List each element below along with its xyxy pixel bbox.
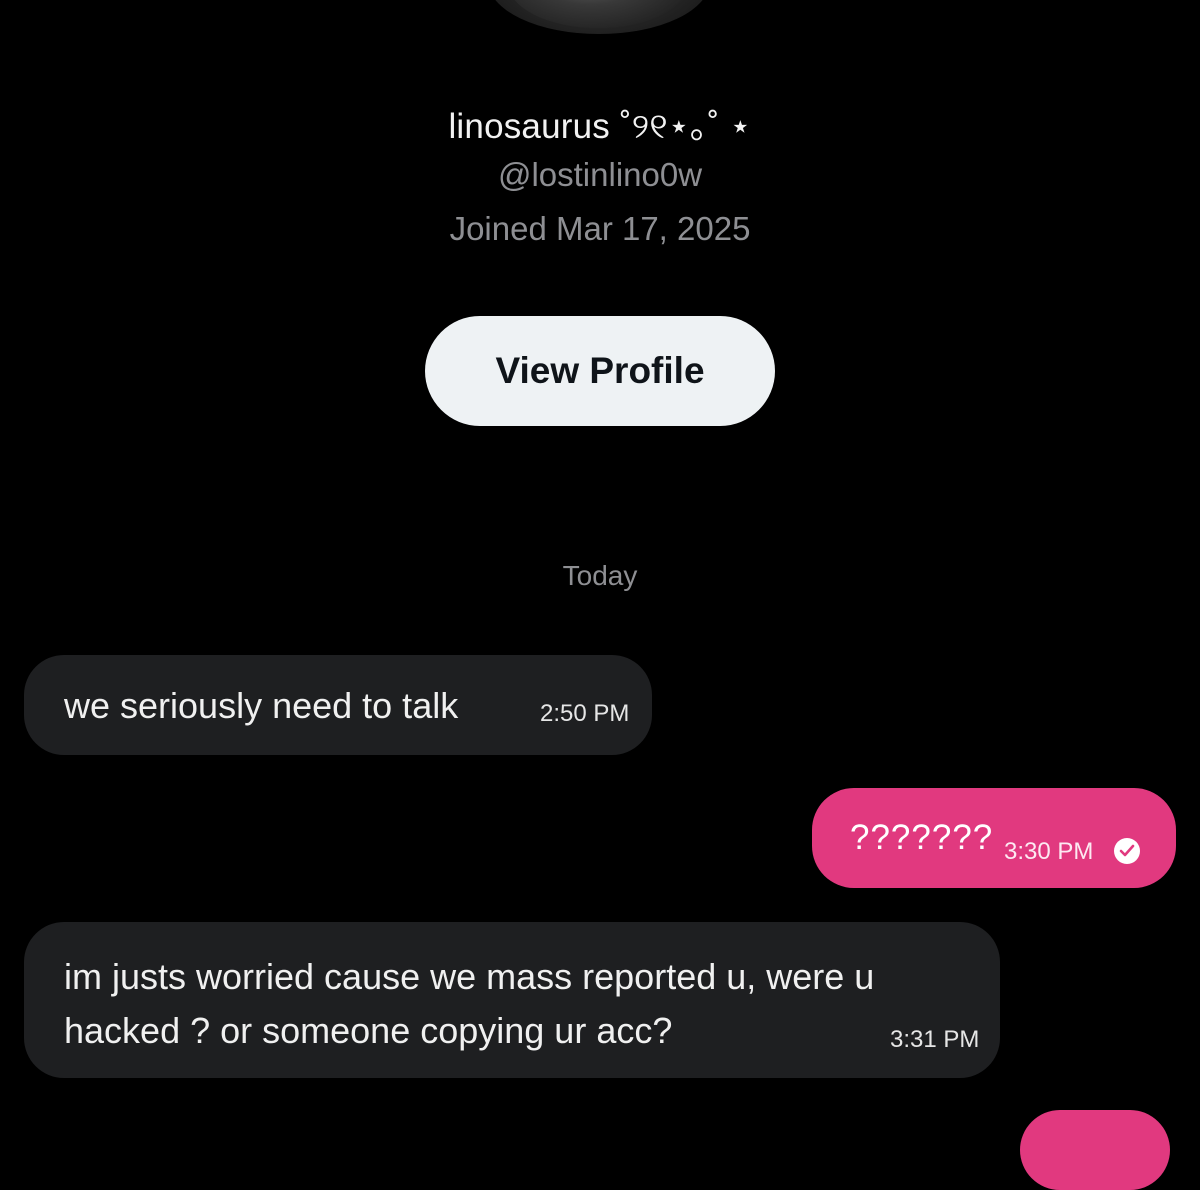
message-timestamp: 3:31 PM <box>890 1026 980 1053</box>
read-check-icon <box>1114 838 1140 864</box>
message-timestamp: 2:50 PM <box>540 700 630 727</box>
message-bubble-incoming[interactable]: im justs worried cause we mass reported … <box>24 922 1000 1078</box>
avatar[interactable] <box>488 0 710 34</box>
profile-display-name: linosaurus ˚୨୧⋆｡˚ ⋆ <box>448 107 752 146</box>
profile-joined-date: Joined Mar 17, 2025 <box>449 210 751 247</box>
avatar-image <box>508 0 688 28</box>
message-text: im justs worried cause we mass reported … <box>64 956 875 1051</box>
message-bubble-outgoing[interactable]: ??????? 3:30 PM <box>812 788 1176 888</box>
view-profile-button[interactable]: View Profile <box>425 316 775 426</box>
message-text: ??????? <box>850 818 994 857</box>
date-separator: Today <box>562 560 638 591</box>
message-timestamp: 3:30 PM <box>1004 838 1094 865</box>
profile-handle: @lostinlino0w <box>497 156 703 193</box>
message-text: we seriously need to talk <box>64 685 459 726</box>
message-bubble-incoming[interactable]: we seriously need to talk 2:50 PM <box>24 655 652 755</box>
message-bubble-outgoing[interactable] <box>1020 1110 1170 1190</box>
